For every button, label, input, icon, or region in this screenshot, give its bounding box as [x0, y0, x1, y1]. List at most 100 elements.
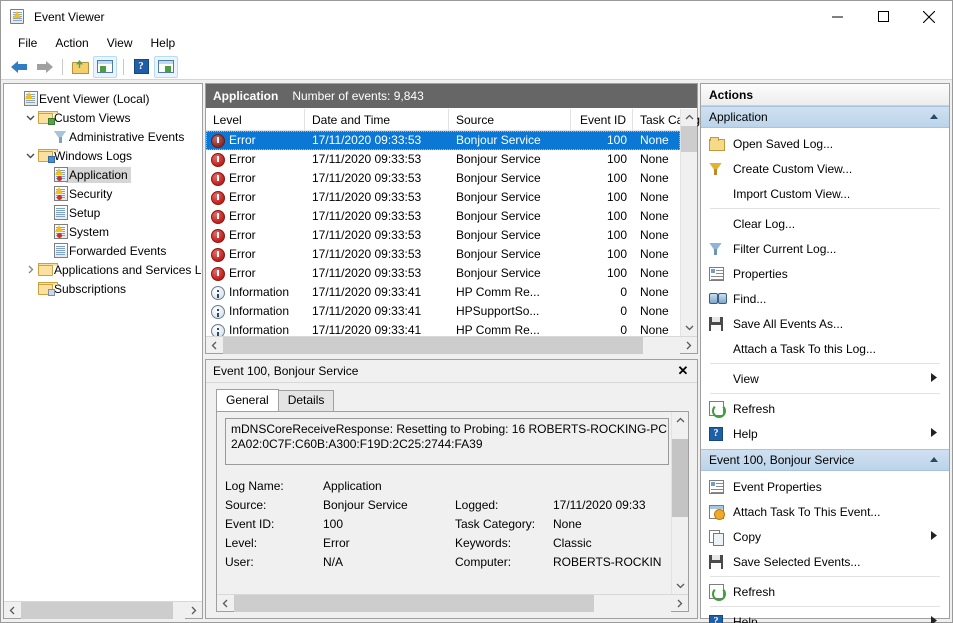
tree-item-windows-logs[interactable]: Windows Logs: [4, 146, 202, 165]
chevron-right-icon[interactable]: [23, 265, 37, 274]
tree-item-security[interactable]: Security: [4, 184, 202, 203]
submenu-arrow-icon: [931, 616, 949, 623]
maximize-icon[interactable]: [860, 1, 906, 32]
event-list-scroll-up-button[interactable]: [681, 109, 697, 126]
tree-item-setup[interactable]: Setup: [4, 203, 202, 222]
folder-custom-views-icon: [37, 111, 58, 125]
action-item-view[interactable]: View: [701, 366, 949, 391]
tree-item-system[interactable]: System: [4, 222, 202, 241]
up-one-level-button[interactable]: [68, 56, 92, 78]
event-list-hscroll-track[interactable]: [223, 336, 680, 354]
table-row[interactable]: Error 17/11/2020 09:33:53 Bonjour Service 1…: [206, 207, 680, 226]
tree-scroll-thumb[interactable]: [21, 601, 173, 619]
table-row[interactable]: Error 17/11/2020 09:33:53 Bonjour Service 1…: [206, 226, 680, 245]
tab-general[interactable]: General: [216, 389, 279, 411]
tree-item-forwarded-events[interactable]: Forwarded Events: [4, 241, 202, 260]
event-detail-hscroll-thumb[interactable]: [234, 594, 594, 612]
column-header-level[interactable]: Level: [206, 108, 305, 131]
minimize-icon[interactable]: [814, 1, 860, 32]
action-item-import-custom-view[interactable]: Import Custom View...: [701, 181, 949, 206]
table-row[interactable]: Information 17/11/2020 09:33:41 HPSupportS…: [206, 302, 680, 321]
menu-help[interactable]: Help: [142, 34, 185, 52]
action-icon: [709, 554, 733, 569]
tree-item-subscriptions[interactable]: Subscriptions: [4, 279, 202, 298]
help-button[interactable]: ?: [129, 56, 153, 78]
tree-item-event-viewer-local[interactable]: Event Viewer (Local): [4, 89, 202, 108]
column-header-source[interactable]: Source: [449, 108, 571, 131]
event-list-scroll-track[interactable]: [681, 126, 697, 319]
menu-action[interactable]: Action: [46, 34, 97, 52]
collapse-caret-icon[interactable]: [929, 455, 949, 465]
action-item-event-properties[interactable]: Event Properties: [701, 474, 949, 499]
action-item-attach-task-to-this-event[interactable]: Attach Task To This Event...: [701, 499, 949, 524]
action-item-save-selected-events[interactable]: Save Selected Events...: [701, 549, 949, 574]
action-item-save-all-events-as[interactable]: Save All Events As...: [701, 311, 949, 336]
event-list-horizontal-scrollbar[interactable]: [206, 336, 697, 354]
event-detail-hscroll-track[interactable]: [234, 594, 671, 612]
action-item-help[interactable]: ? Help: [701, 609, 949, 623]
tree-scroll-left-button[interactable]: [4, 602, 21, 619]
forward-button[interactable]: [32, 56, 56, 78]
event-list-scroll-down-button[interactable]: [681, 319, 697, 336]
cell-level: Error: [206, 264, 305, 283]
action-item-open-saved-log[interactable]: Open Saved Log...: [701, 131, 949, 156]
menu-file[interactable]: File: [9, 34, 46, 52]
table-row[interactable]: Information 17/11/2020 09:33:41 HP Comm Re…: [206, 283, 680, 302]
event-detail-scroll-down-button[interactable]: [672, 577, 688, 594]
tab-details[interactable]: Details: [277, 390, 335, 411]
tree-item-administrative-events[interactable]: Administrative Events: [4, 127, 202, 146]
event-list-scroll-thumb[interactable]: [681, 126, 697, 152]
event-list-vertical-scrollbar[interactable]: [680, 109, 697, 336]
tree-scroll-right-button[interactable]: [185, 602, 202, 619]
tree-scroll-track[interactable]: [21, 601, 185, 619]
action-item-properties[interactable]: Properties: [701, 261, 949, 286]
property-row: Event ID: 100 Task Category: None: [225, 514, 671, 533]
actions-group-header[interactable]: Event 100, Bonjour Service: [701, 449, 949, 471]
toolbar: ?: [1, 54, 952, 80]
collapse-caret-icon[interactable]: [929, 112, 949, 122]
table-row[interactable]: Error 17/11/2020 09:33:53 Bonjour Service 1…: [206, 150, 680, 169]
action-item-refresh[interactable]: Refresh: [701, 579, 949, 604]
menu-view[interactable]: View: [98, 34, 142, 52]
event-detail-scroll-up-button[interactable]: [672, 412, 688, 429]
action-item-filter-current-log[interactable]: Filter Current Log...: [701, 236, 949, 261]
table-row[interactable]: Error 17/11/2020 09:33:53 Bonjour Service 1…: [206, 169, 680, 188]
table-row[interactable]: Error 17/11/2020 09:33:53 Bonjour Service 1…: [206, 131, 680, 150]
action-item-clear-log[interactable]: Clear Log...: [701, 211, 949, 236]
event-list-hscroll-right-button[interactable]: [680, 337, 697, 354]
close-icon[interactable]: [906, 1, 952, 32]
tree-item-custom-views[interactable]: Custom Views: [4, 108, 202, 127]
table-row[interactable]: Error 17/11/2020 09:33:53 Bonjour Service 1…: [206, 264, 680, 283]
tree-item-application[interactable]: Application: [4, 165, 202, 184]
event-detail-hscroll-right-button[interactable]: [671, 595, 688, 612]
action-item-help[interactable]: ? Help: [701, 421, 949, 446]
event-list-hscroll-left-button[interactable]: [206, 337, 223, 354]
table-row[interactable]: Error 17/11/2020 09:33:53 Bonjour Service 1…: [206, 188, 680, 207]
event-detail-scroll-thumb[interactable]: [672, 439, 688, 517]
table-row[interactable]: Error 17/11/2020 09:33:53 Bonjour Service 1…: [206, 245, 680, 264]
column-header-date-and-time[interactable]: Date and Time: [305, 108, 449, 131]
chevron-down-icon[interactable]: [23, 114, 37, 121]
table-row[interactable]: Information 17/11/2020 09:33:41 HP Comm Re…: [206, 321, 680, 336]
event-detail-vertical-scrollbar[interactable]: [671, 412, 688, 594]
column-header-event-id[interactable]: Event ID: [571, 108, 633, 131]
action-item-copy[interactable]: Copy: [701, 524, 949, 549]
action-item-attach-a-task-to-this-log[interactable]: Attach a Task To this Log...: [701, 336, 949, 361]
show-hide-console-tree-button[interactable]: [93, 55, 117, 78]
event-detail-horizontal-scrollbar[interactable]: [217, 594, 688, 612]
log-warning-icon: [52, 224, 69, 239]
actions-group-header[interactable]: Application: [701, 106, 949, 128]
tree-horizontal-scrollbar[interactable]: [4, 601, 202, 619]
action-item-refresh[interactable]: Refresh: [701, 396, 949, 421]
back-button[interactable]: [7, 56, 31, 78]
tree-item-applications-and-services-lo[interactable]: Applications and Services Lo: [4, 260, 202, 279]
event-detail-hscroll-left-button[interactable]: [217, 595, 234, 612]
close-icon[interactable]: ✕: [669, 360, 697, 383]
show-hide-action-pane-button[interactable]: [154, 55, 178, 78]
action-label: Attach Task To This Event...: [733, 504, 881, 519]
action-item-create-custom-view[interactable]: Create Custom View...: [701, 156, 949, 181]
action-item-find[interactable]: Find...: [701, 286, 949, 311]
chevron-down-icon[interactable]: [23, 152, 37, 159]
event-list-hscroll-thumb[interactable]: [223, 336, 643, 354]
event-detail-scroll-track[interactable]: [672, 429, 688, 577]
